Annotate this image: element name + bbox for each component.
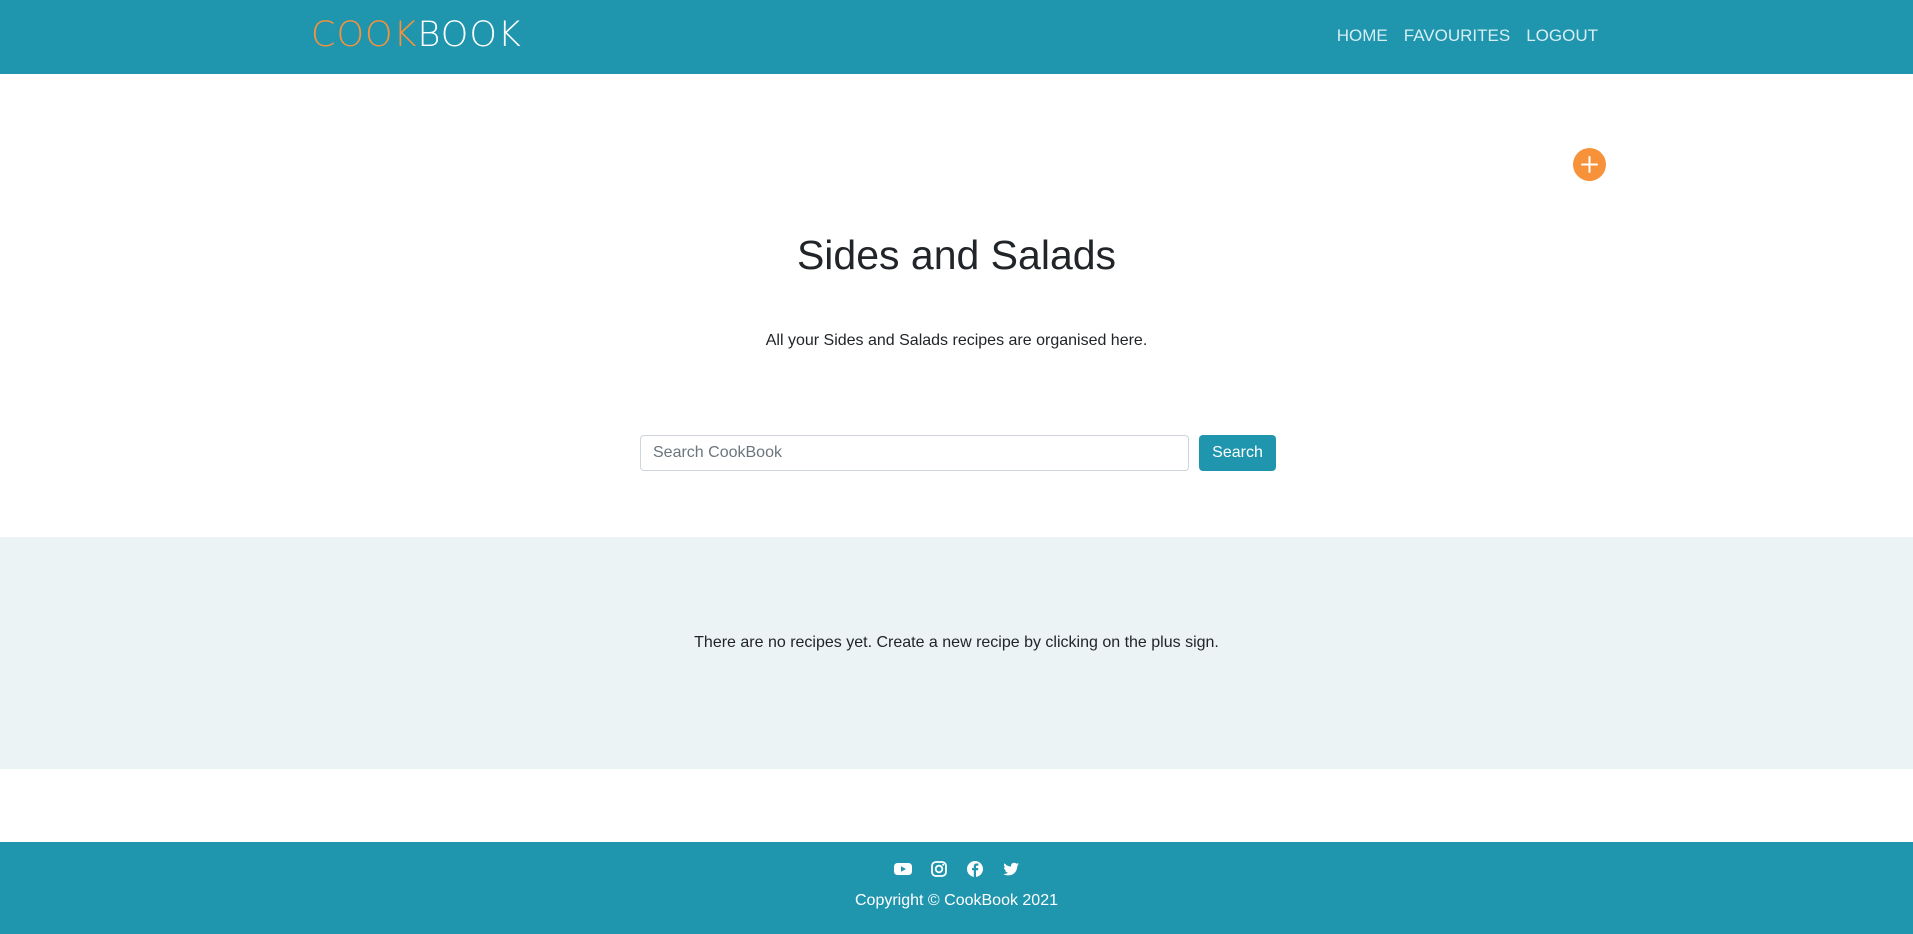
recipes-section: There are no recipes yet. Create a new r…	[0, 537, 1913, 769]
navbar: COOKBOOK HOME FAVOURITES LOGOUT	[0, 0, 1913, 74]
twitter-icon[interactable]	[1001, 859, 1021, 879]
add-recipe-button[interactable]	[1573, 148, 1606, 181]
nav-links: HOME FAVOURITES LOGOUT	[1337, 26, 1598, 46]
brand-part-cook: COOK	[311, 15, 418, 55]
page-subtitle: All your Sides and Salads recipes are or…	[765, 332, 1148, 349]
instagram-icon[interactable]	[929, 859, 949, 879]
nav-favourites[interactable]: FAVOURITES	[1404, 26, 1510, 46]
brand-logo[interactable]: COOKBOOK	[311, 15, 522, 55]
social-links	[0, 859, 1913, 879]
nav-logout[interactable]: LOGOUT	[1526, 26, 1598, 46]
youtube-icon[interactable]	[893, 859, 913, 879]
search-button[interactable]: Search	[1199, 435, 1276, 471]
empty-recipes-message: There are no recipes yet. Create a new r…	[694, 634, 1219, 651]
nav-home[interactable]: HOME	[1337, 26, 1388, 46]
footer: Copyright © CookBook 2021	[0, 842, 1913, 934]
search-input[interactable]	[640, 435, 1189, 471]
facebook-icon[interactable]	[965, 859, 985, 879]
page-title: Sides and Salads	[796, 232, 1117, 278]
brand-part-book: BOOK	[417, 15, 522, 55]
plus-icon	[1581, 156, 1598, 173]
copyright-text: Copyright © CookBook 2021	[854, 892, 1058, 909]
